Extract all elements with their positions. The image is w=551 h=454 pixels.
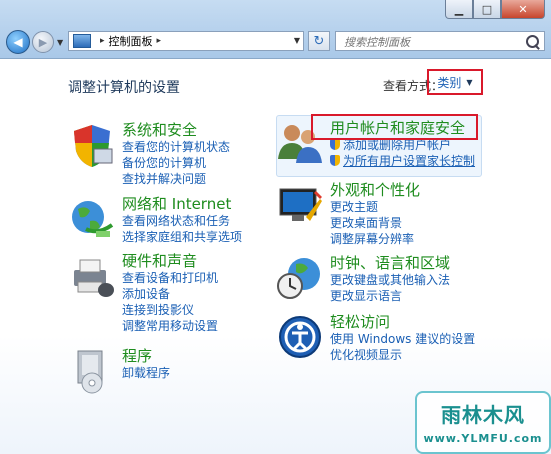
address-dropdown-icon[interactable]: ▼ (294, 36, 300, 45)
maximize-icon: □ (481, 2, 493, 16)
recent-pages-dropdown[interactable]: ▼ (57, 38, 63, 47)
category-title[interactable]: 硬件和声音 (122, 252, 218, 270)
uac-shield-icon (330, 139, 340, 150)
forward-arrow-icon: ▶ (38, 35, 48, 49)
category-title[interactable]: 网络和 Internet (122, 195, 242, 213)
link-optimize-display[interactable]: 优化视频显示 (330, 347, 475, 363)
minimize-icon: ▁ (454, 2, 464, 16)
link-recommended-settings[interactable]: 使用 Windows 建议的设置 (330, 331, 475, 347)
programs-disc-icon (77, 350, 103, 394)
breadcrumb-separator-trailing[interactable]: ▸ (157, 36, 162, 46)
link-backup-computer[interactable]: 备份您的计算机 (122, 155, 230, 171)
search-box[interactable] (335, 31, 545, 51)
network-globe-icon (72, 201, 114, 237)
clock-globe-icon (277, 258, 320, 299)
ease-of-access-icon (279, 316, 321, 358)
refresh-icon: ↻ (313, 33, 325, 49)
link-add-remove-accounts-label: 添加或删除用户帐户 (343, 138, 452, 152)
page-title: 调整计算机的设置 (68, 80, 180, 96)
breadcrumb-separator[interactable]: ▸ (100, 36, 105, 46)
watermark-logo: 雨林木风 www.YLMFU.com (415, 391, 551, 454)
link-parental-controls-label: 为所有用户设置家长控制 (343, 154, 476, 168)
link-change-keyboard[interactable]: 更改键盘或其他输入法 (330, 272, 450, 288)
window-controls: ▁ □ ✕ (445, 0, 545, 19)
watermark-url: www.YLMFU.com (423, 432, 543, 445)
refresh-button[interactable]: ↻ (308, 31, 330, 51)
hardware-printer-icon (74, 259, 114, 297)
link-devices-printers[interactable]: 查看设备和打印机 (122, 270, 218, 286)
close-button[interactable]: ✕ (501, 0, 545, 19)
link-parental-controls[interactable]: 为所有用户设置家长控制 (330, 153, 475, 169)
search-input[interactable] (342, 33, 521, 51)
view-by-dropdown[interactable]: 类别 ▼ (427, 69, 483, 95)
appearance-monitor-icon (279, 188, 322, 221)
link-homegroup-sharing[interactable]: 选择家庭组和共享选项 (122, 229, 242, 245)
link-desktop-background[interactable]: 更改桌面背景 (330, 215, 420, 231)
link-screen-resolution[interactable]: 调整屏幕分辨率 (330, 231, 420, 247)
control-panel-content: 调整计算机的设置 查看方式： 类别 ▼ 系统和安全 查看您的计算机状态 备份您的… (0, 59, 551, 454)
minimize-button[interactable]: ▁ (445, 0, 473, 19)
link-uninstall-program[interactable]: 卸载程序 (122, 365, 170, 381)
close-icon: ✕ (518, 2, 528, 16)
category-title[interactable]: 时钟、语言和区域 (330, 254, 450, 272)
address-bar[interactable]: ▸ 控制面板 ▸ ▼ (68, 31, 304, 51)
watermark-title: 雨林木风 (441, 403, 525, 427)
breadcrumb-control-panel[interactable]: 控制面板 (109, 33, 153, 49)
maximize-button[interactable]: □ (473, 0, 501, 19)
category-title[interactable]: 轻松访问 (330, 313, 475, 331)
link-display-language[interactable]: 更改显示语言 (330, 288, 450, 304)
link-change-theme[interactable]: 更改主题 (330, 199, 420, 215)
link-mobility-settings[interactable]: 调整常用移动设置 (122, 318, 218, 334)
link-view-network-status[interactable]: 查看网络状态和任务 (122, 213, 242, 229)
chevron-down-icon[interactable]: ▼ (466, 78, 472, 87)
control-panel-icon (73, 34, 91, 48)
view-by-value[interactable]: 类别 (437, 74, 461, 91)
back-arrow-icon: ◀ (13, 35, 23, 49)
search-icon[interactable] (526, 35, 539, 48)
red-highlight-user-accounts (311, 114, 478, 140)
navigation-buttons: ◀ ▶ ▼ (6, 30, 63, 54)
category-title[interactable]: 系统和安全 (122, 121, 230, 139)
link-connect-projector[interactable]: 连接到投影仪 (122, 302, 218, 318)
forward-button[interactable]: ▶ (32, 31, 54, 53)
title-bar: ▁ □ ✕ ◀ ▶ ▼ ▸ 控制面板 ▸ ▼ ↻ (0, 0, 551, 59)
category-title[interactable]: 程序 (122, 347, 170, 365)
back-button[interactable]: ◀ (6, 30, 30, 54)
link-view-computer-status[interactable]: 查看您的计算机状态 (122, 139, 230, 155)
system-security-icon (74, 125, 113, 167)
link-add-device[interactable]: 添加设备 (122, 286, 218, 302)
category-title[interactable]: 外观和个性化 (330, 181, 420, 199)
uac-shield-icon (330, 155, 340, 166)
link-troubleshoot[interactable]: 查找并解决问题 (122, 171, 230, 187)
